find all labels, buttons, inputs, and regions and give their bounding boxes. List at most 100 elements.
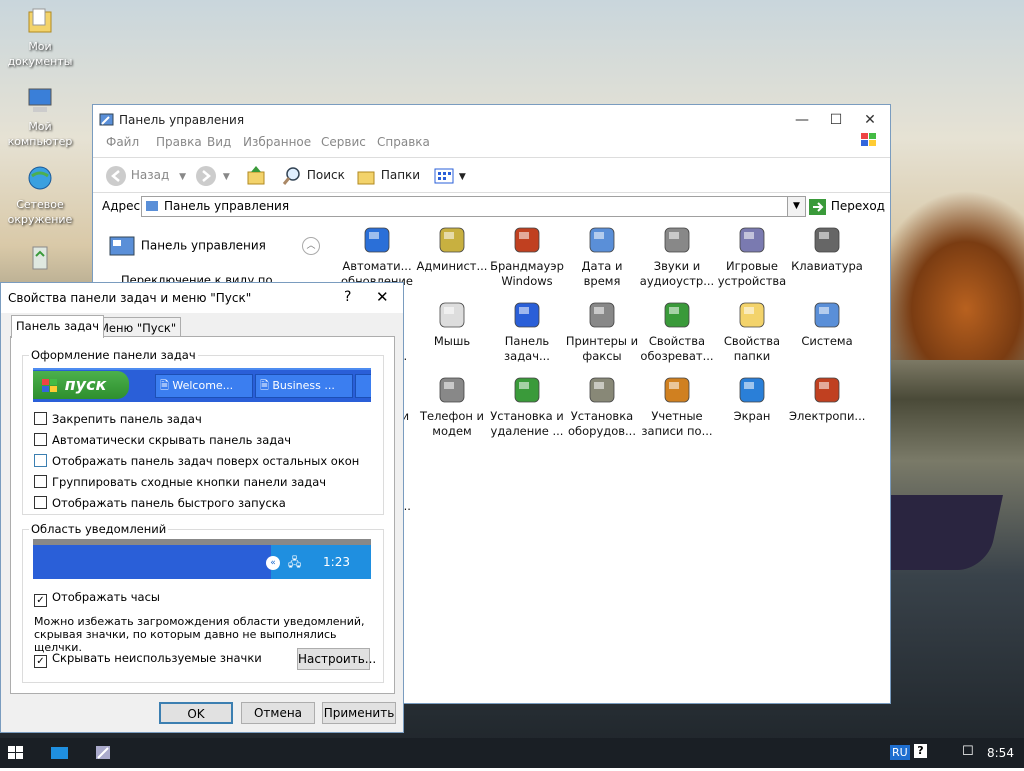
checkbox-label: Отображать панель задач поверх остальных… — [52, 454, 360, 468]
minimize-button[interactable]: — — [785, 109, 819, 131]
control-panel-item[interactable]: Электропи... — [789, 373, 865, 424]
control-panel-item[interactable]: Мышь — [414, 298, 490, 349]
control-panel-item[interactable]: Экран — [714, 373, 790, 424]
desktop-icon-label: Сетевое окружение — [7, 198, 73, 226]
toolbar: Назад ▼ ▼ Поиск Папки ▼ — [93, 157, 890, 193]
cancel-button[interactable]: Отмена — [241, 702, 315, 724]
ok-button[interactable]: OK — [159, 702, 233, 724]
title-bar[interactable]: Панель управления — ☐ ✕ — [93, 105, 890, 135]
taskbar-app-control-panel[interactable] — [82, 738, 126, 768]
control-panel-item[interactable]: Система — [789, 298, 865, 349]
collapse-chevron-icon[interactable]: ︿ — [302, 237, 320, 255]
control-panel-item[interactable]: Игровые устройства — [714, 223, 790, 289]
menu-file[interactable]: Файл — [106, 135, 139, 149]
language-indicator[interactable]: RU — [890, 745, 910, 760]
control-panel-item[interactable]: Дата и время — [564, 223, 640, 289]
checkbox-box[interactable] — [34, 454, 47, 467]
control-panel-item[interactable]: Звуки и аудиоустр... — [639, 223, 715, 289]
control-panel-item-label: Клавиатура — [791, 259, 863, 273]
menu-tools[interactable]: Сервис — [321, 135, 366, 149]
globe-icon — [660, 298, 694, 332]
desktop-icon-recycle-bin[interactable] — [5, 242, 75, 275]
up-folder-button[interactable] — [245, 164, 267, 186]
control-panel-item[interactable]: Свойства обозреват... — [639, 298, 715, 364]
show-clock-checkbox[interactable]: ✓ Отображать часы — [34, 590, 160, 607]
control-panel-item[interactable]: Установка и удаление ... — [489, 373, 565, 439]
dialog-close-button[interactable]: ✕ — [376, 288, 389, 306]
taskbar-option-checkbox[interactable]: Группировать сходные кнопки панели задач — [34, 475, 326, 489]
hide-inactive-icons-checkbox[interactable]: ✓ Скрывать неиспользуемые значки — [34, 651, 262, 668]
control-panel-item[interactable]: Панель задач... — [489, 298, 565, 364]
control-panel-item-label: Электропи... — [789, 409, 866, 423]
control-panel-item-label: Игровые устройства — [717, 259, 787, 288]
menu-edit[interactable]: Правка — [156, 135, 202, 149]
address-input[interactable]: Панель управления — [141, 196, 805, 217]
address-dropdown[interactable]: ▼ — [787, 196, 806, 217]
forward-button[interactable]: ▼ — [195, 164, 230, 186]
windows-flag-icon — [42, 378, 57, 392]
close-button[interactable]: ✕ — [853, 109, 887, 131]
checkbox-box[interactable]: ✓ — [34, 655, 47, 668]
maximize-button[interactable]: ☐ — [819, 109, 853, 131]
customize-button[interactable]: Настроить... — [297, 648, 376, 670]
start-button[interactable] — [0, 738, 32, 768]
taskbar-app-explorer[interactable] — [38, 738, 82, 768]
desktop-icon-label: Мой компьютер — [7, 120, 73, 148]
notification-icon[interactable]: ☐ — [962, 744, 974, 759]
sidebar-panel: Панель управления ︿ — [109, 235, 320, 257]
control-panel-item-label: Система — [801, 334, 853, 348]
control-panel-item[interactable]: Админист... — [414, 223, 490, 274]
window-app-icon — [51, 747, 68, 759]
desktop-icon-my-computer[interactable]: Мой компьютер — [5, 86, 75, 149]
taskbar-option-checkbox[interactable]: Автоматически скрывать панель задач — [34, 433, 291, 447]
checkbox-box[interactable] — [34, 496, 47, 509]
folders-icon — [357, 171, 375, 184]
checkbox-box[interactable]: ✓ — [34, 594, 47, 607]
menu-bar: Файл Правка Вид Избранное Сервис Справка — [93, 132, 890, 154]
menu-view[interactable]: Вид — [207, 135, 231, 149]
clock-icon — [585, 223, 619, 257]
control-panel-item[interactable]: Учетные записи по... — [639, 373, 715, 439]
control-panel-item-label: Принтеры и факсы — [565, 334, 639, 363]
admin-tools-icon — [435, 223, 469, 257]
back-button[interactable]: Назад ▼ — [105, 164, 186, 186]
checkbox-box[interactable] — [34, 433, 47, 446]
help-button[interactable]: ? — [344, 289, 351, 305]
control-panel-item[interactable]: Брандмауэр Windows — [489, 223, 565, 289]
go-button[interactable]: Переход — [809, 196, 885, 218]
views-button[interactable]: ▼ — [433, 164, 466, 186]
printer-icon — [585, 298, 619, 332]
folder-icon — [25, 6, 55, 36]
help-icon[interactable]: ? — [914, 744, 927, 758]
control-panel-item[interactable]: Клавиатура — [789, 223, 865, 274]
control-panel-item[interactable]: Автомати... обновление — [339, 223, 415, 289]
search-button[interactable]: Поиск — [281, 164, 345, 186]
tab-taskbar[interactable]: Панель задач — [11, 315, 105, 338]
taskbar-option-checkbox[interactable]: Отображать панель задач поверх остальных… — [34, 454, 359, 468]
power-icon — [810, 373, 844, 407]
desktop-icon-my-documents[interactable]: Мои документы — [5, 6, 75, 69]
checkbox-label: Группировать сходные кнопки панели задач — [52, 475, 327, 489]
checkbox-box[interactable] — [34, 475, 47, 488]
menu-favorites[interactable]: Избранное — [243, 135, 311, 149]
tab-start-menu[interactable]: Меню "Пуск" — [94, 317, 182, 338]
taskbar-properties-dialog[interactable]: Свойства панели задач и меню "Пуск" ? ✕ … — [0, 282, 404, 733]
control-panel-item[interactable]: Телефон и модем — [414, 373, 490, 439]
control-panel-item-label: Свойства папки — [723, 334, 781, 363]
display-icon — [735, 373, 769, 407]
dialog-title-bar[interactable]: Свойства панели задач и меню "Пуск" ? ✕ — [1, 283, 403, 313]
desktop-icon-network[interactable]: Сетевое окружение — [5, 164, 75, 227]
control-panel-item[interactable]: Свойства папки — [714, 298, 790, 364]
checkbox-label: Автоматически скрывать панель задач — [52, 433, 292, 447]
clock[interactable]: 8:54 — [987, 746, 1014, 760]
folder-icon — [735, 298, 769, 332]
taskbar-option-checkbox[interactable]: Отображать панель быстрого запуска — [34, 496, 286, 510]
control-panel-item[interactable]: Установка оборудов... — [564, 373, 640, 439]
taskbar-option-checkbox[interactable]: Закрепить панель задач — [34, 412, 202, 426]
checkbox-box[interactable] — [34, 412, 47, 425]
menu-help[interactable]: Справка — [377, 135, 430, 149]
apply-button[interactable]: Применить — [322, 702, 396, 724]
control-panel-item-label: Экран — [733, 409, 771, 423]
folders-button[interactable]: Папки — [355, 164, 420, 186]
control-panel-item[interactable]: Принтеры и факсы — [564, 298, 640, 364]
